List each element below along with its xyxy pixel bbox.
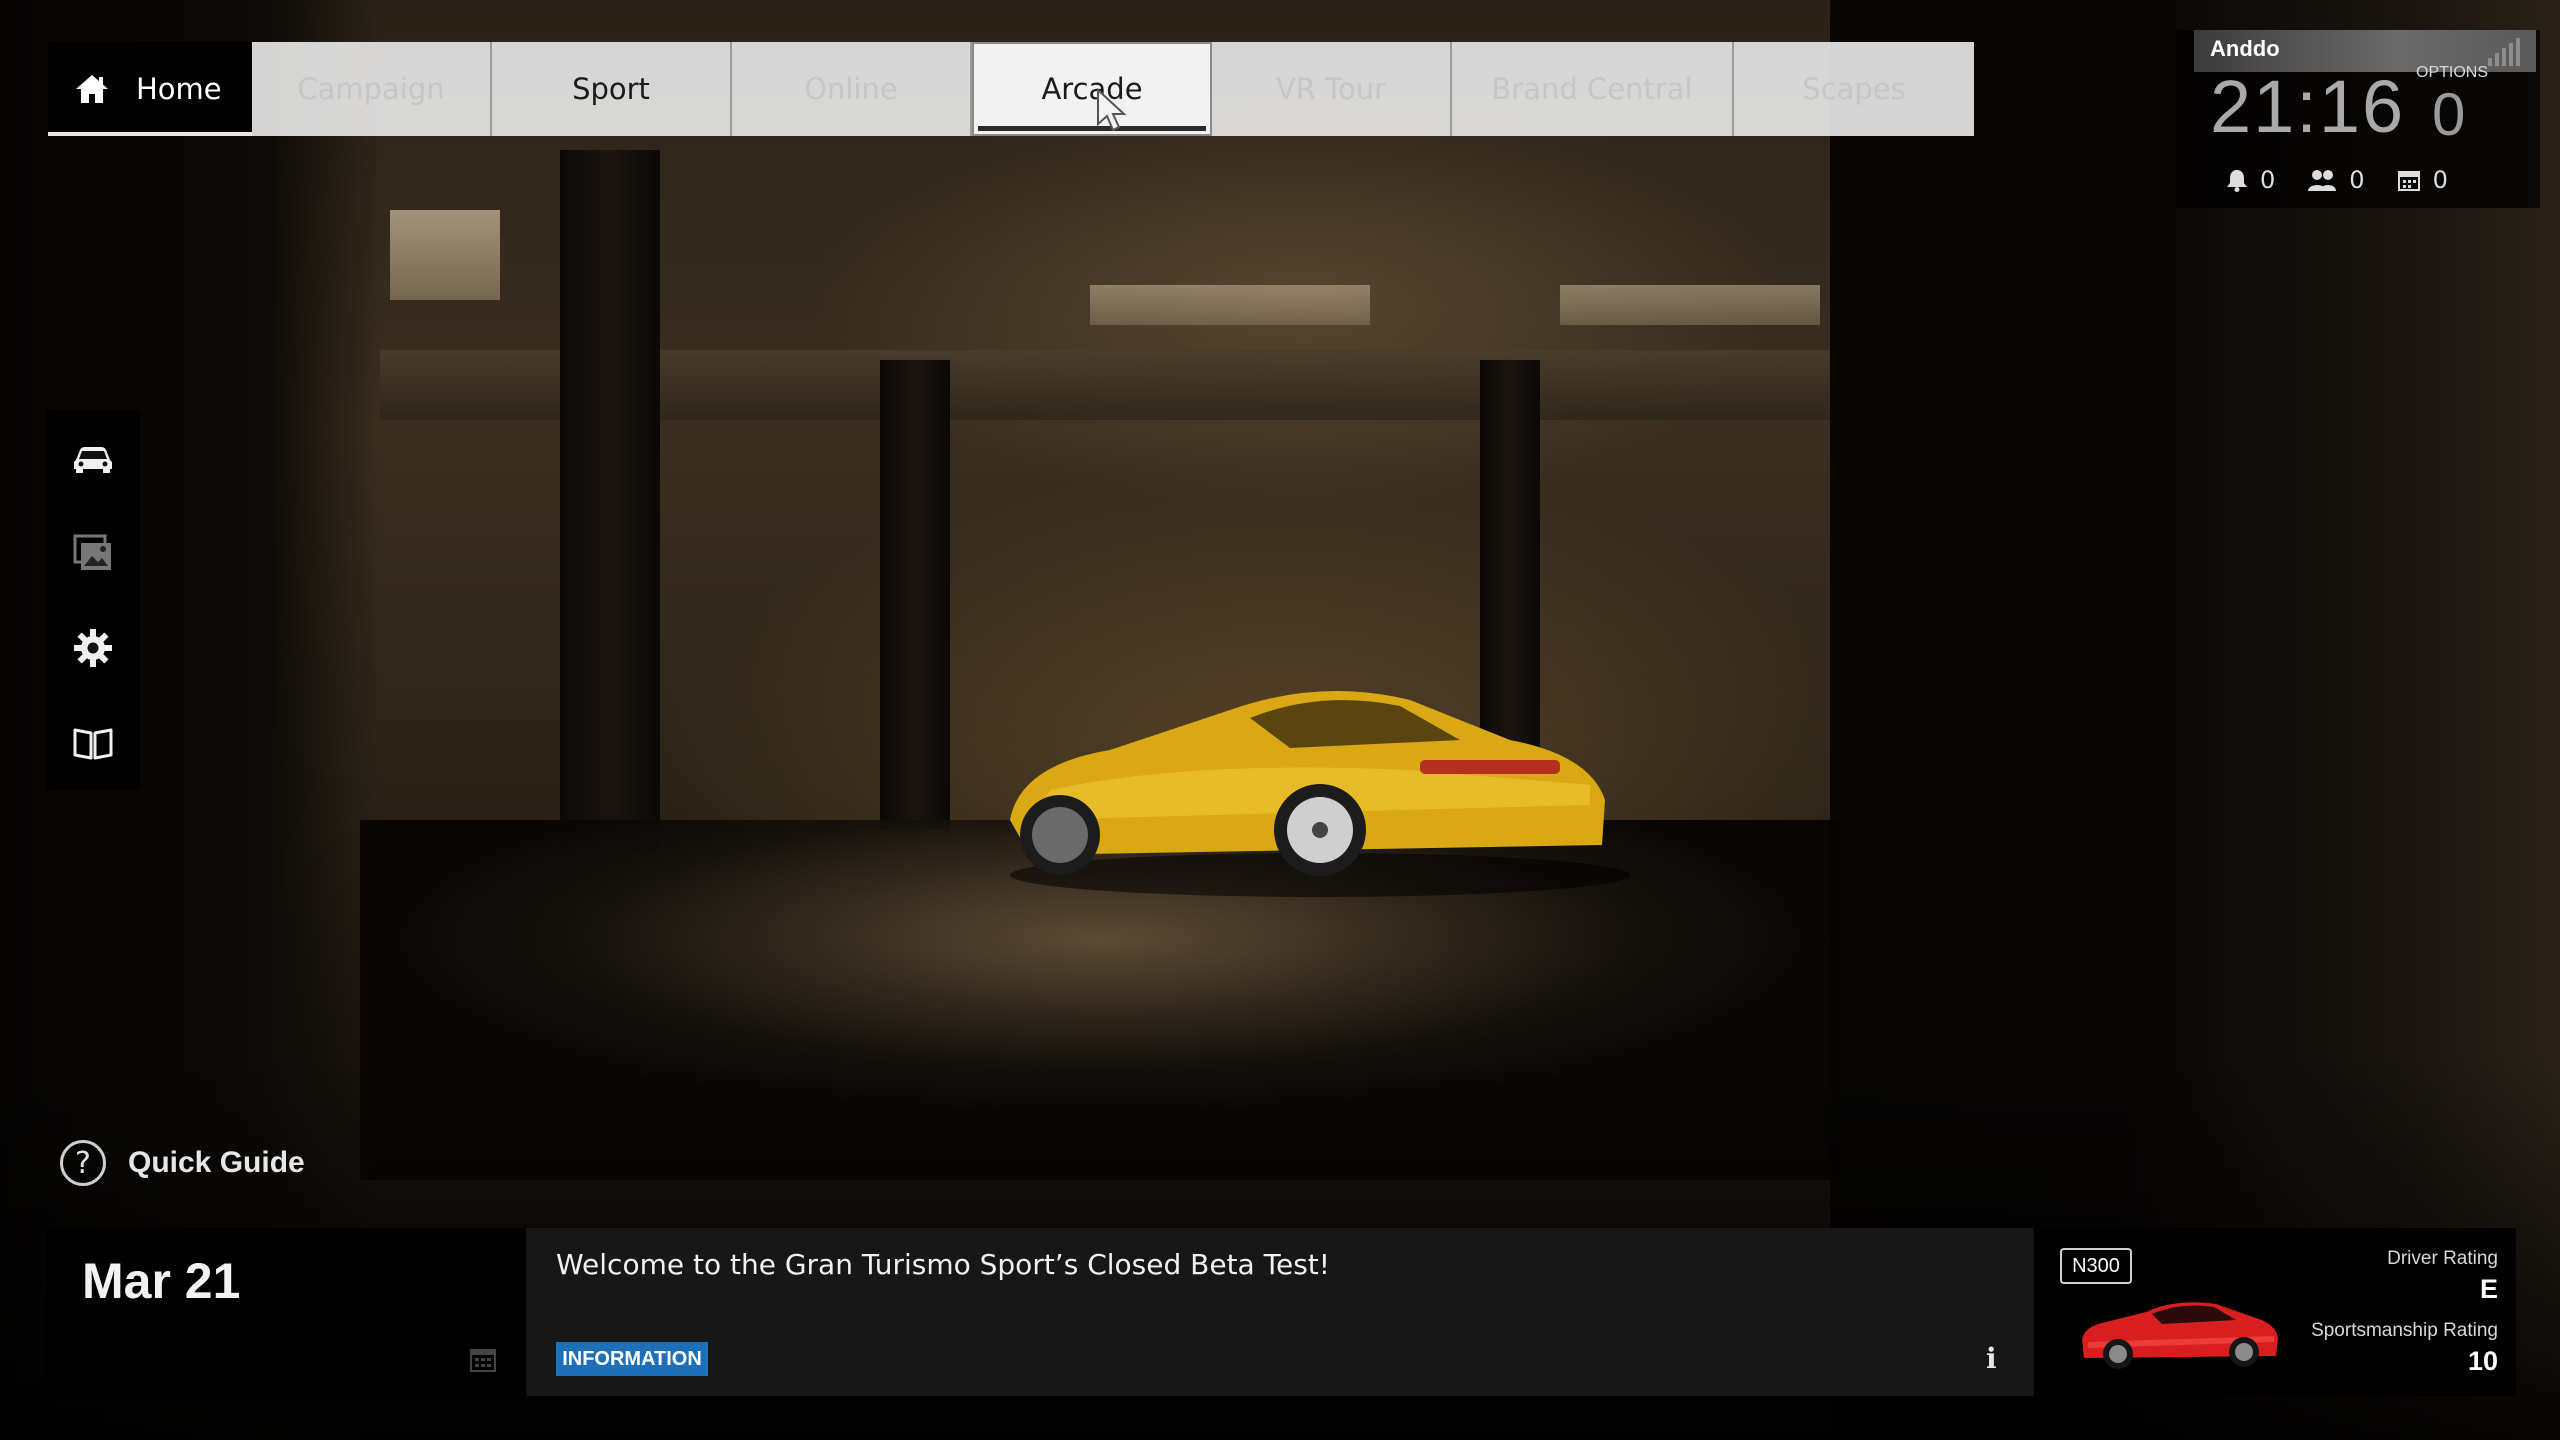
gallery-icon — [73, 534, 111, 570]
tab-label: Sport — [572, 72, 650, 106]
sidebar-item-settings[interactable] — [46, 600, 140, 695]
information-badge: INFORMATION — [556, 1342, 708, 1376]
tab-label: Online — [804, 72, 898, 106]
driver-rating-value: E — [2479, 1274, 2498, 1304]
tab-scapes[interactable]: Scapes — [1734, 42, 1974, 136]
calendar-icon — [470, 1349, 496, 1372]
driver-rating-label: Driver Rating — [2387, 1248, 2498, 1269]
friends-count: 0 — [2349, 166, 2365, 194]
car-class-badge: N300 — [2060, 1248, 2132, 1284]
featured-car-image — [1010, 691, 1630, 897]
news-date: Mar 21 — [82, 1253, 241, 1309]
tab-brand-central[interactable]: Brand Central — [1452, 42, 1734, 136]
sportsmanship-rating-value: 10 — [2467, 1346, 2498, 1376]
sidebar-item-manual[interactable] — [46, 695, 140, 790]
clock: 21:16 — [2210, 65, 2406, 148]
background-window — [390, 210, 500, 300]
tab-label: VR Tour — [1275, 72, 1387, 106]
tab-label: Campaign — [297, 72, 445, 106]
info-icon[interactable]: i — [1986, 1342, 1997, 1375]
news-title: Welcome to the Gran Turismo Sport’s Clos… — [556, 1248, 1330, 1281]
left-sidebar — [46, 410, 140, 790]
calendar-counter[interactable]: 0 — [2397, 166, 2448, 194]
bell-icon — [2227, 170, 2247, 192]
question-icon: ? — [60, 1140, 106, 1186]
quick-guide-label: Quick Guide — [128, 1146, 305, 1179]
sidebar-item-gallery[interactable] — [46, 505, 140, 600]
tab-vr-tour[interactable]: VR Tour — [1212, 42, 1452, 136]
gear-icon — [74, 628, 112, 667]
background-pillar — [880, 360, 950, 830]
notifications-count: 0 — [2260, 166, 2276, 194]
book-icon — [73, 728, 113, 759]
tab-label: Brand Central — [1491, 72, 1693, 106]
tab-label: Arcade — [1041, 72, 1143, 106]
calendar-count: 0 — [2432, 166, 2448, 194]
friends-icon — [2308, 170, 2337, 191]
calendar-icon — [2397, 171, 2420, 191]
pointer-cursor-icon — [1097, 88, 1126, 132]
tab-sport[interactable]: Sport — [492, 42, 732, 136]
options-value: 0 — [2432, 81, 2466, 148]
tab-label: Scapes — [1802, 72, 1906, 106]
tab-arcade[interactable]: Arcade — [972, 42, 1212, 136]
friends-counter[interactable]: 0 — [2307, 166, 2365, 194]
quick-guide-button[interactable]: ? Quick Guide — [60, 1140, 305, 1186]
tab-label: Home — [136, 72, 222, 106]
home-icon — [76, 75, 108, 103]
notifications-counter[interactable]: 0 — [2226, 166, 2275, 194]
background-scene — [0, 0, 2560, 1440]
background-window — [1560, 285, 1820, 325]
car-icon — [74, 446, 112, 473]
tab-campaign[interactable]: Campaign — [252, 42, 492, 136]
signal-icon — [2488, 36, 2524, 66]
sportsmanship-rating-label: Sportsmanship Rating — [2311, 1320, 2498, 1341]
main-nav: Home Campaign Sport Online Arcade VR Tou… — [48, 42, 1974, 136]
profile-car-image — [2081, 1302, 2278, 1372]
username: Anddo — [2210, 36, 2280, 61]
tab-home[interactable]: Home — [48, 42, 252, 136]
sidebar-item-garage[interactable] — [46, 410, 140, 505]
background-pillar — [560, 150, 660, 850]
background-window — [1090, 285, 1370, 325]
status-counters: 0 0 0 — [2226, 166, 2448, 194]
tab-online[interactable]: Online — [732, 42, 972, 136]
